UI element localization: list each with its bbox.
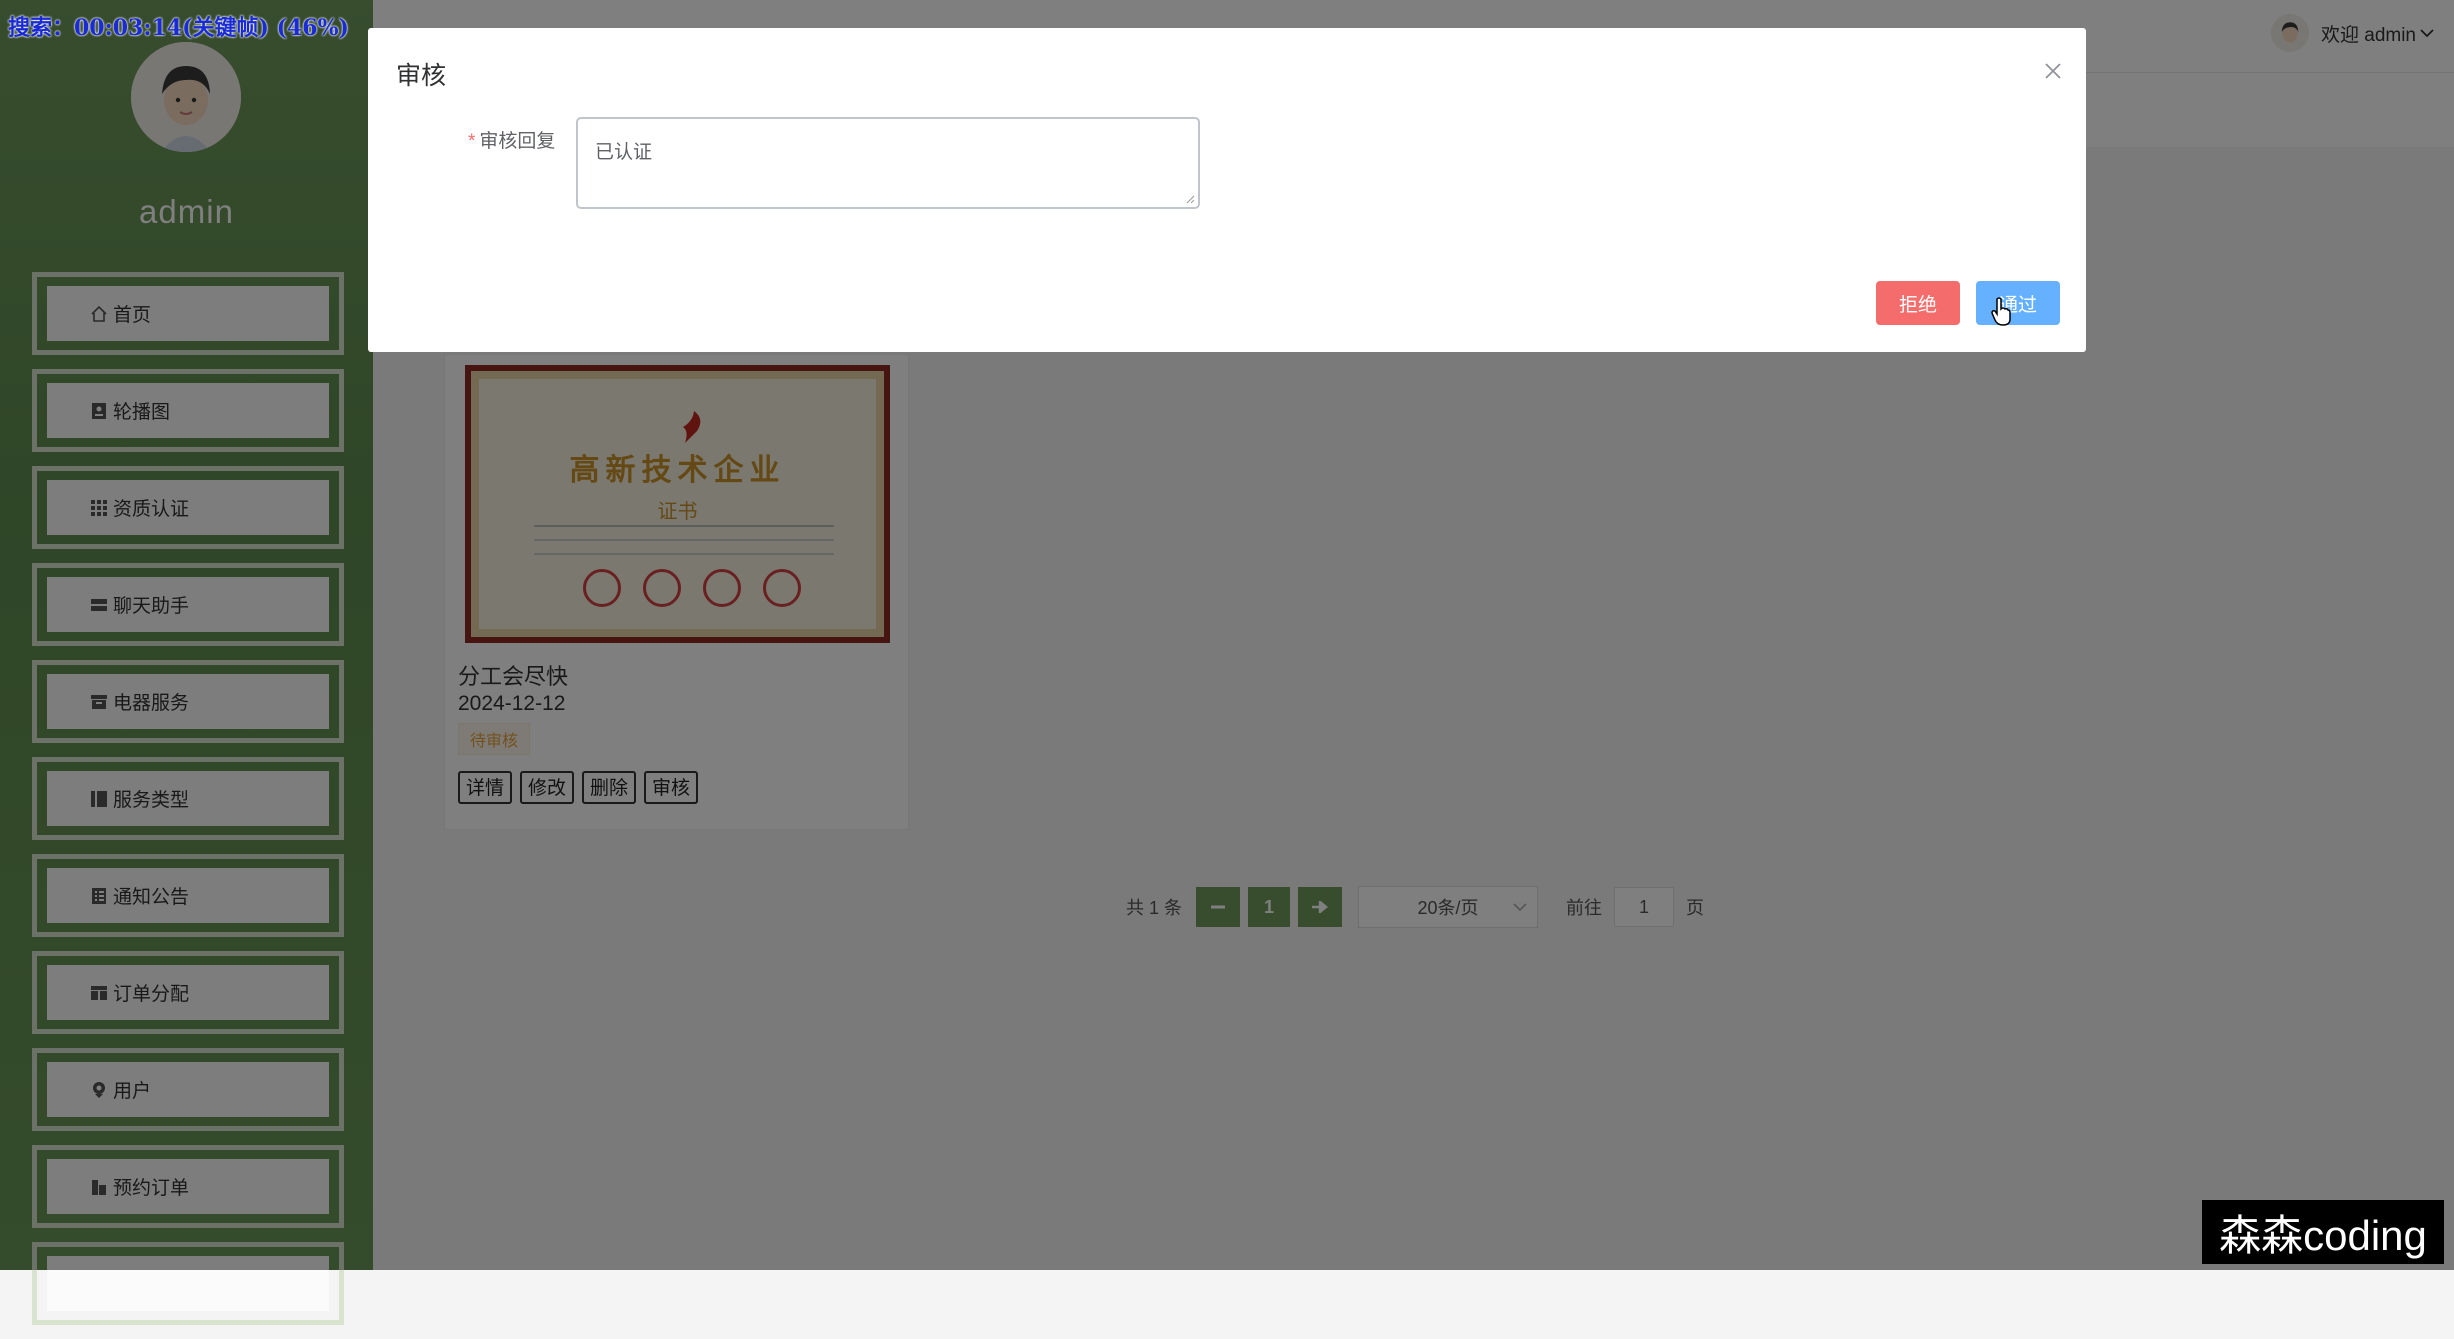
recording-status: 搜索：00:03:14(关键帧) (46%) xyxy=(8,15,349,41)
dialog-title: 审核 xyxy=(396,62,447,90)
resize-handle-icon[interactable] xyxy=(1185,194,1195,204)
pass-button[interactable]: 通过 xyxy=(1976,281,2060,325)
reject-button[interactable]: 拒绝 xyxy=(1876,281,1960,325)
review-reply-label-text: 审核回复 xyxy=(479,131,556,152)
review-reply-value: 已认证 xyxy=(595,142,653,163)
review-reply-label: * 审核回复 xyxy=(468,131,556,152)
hand-cursor-icon xyxy=(1991,297,2011,326)
review-dialog: 审核 * 审核回复 已认证 拒绝 通过 xyxy=(368,28,2086,352)
close-icon[interactable] xyxy=(2044,56,2062,87)
watermark: 森森coding xyxy=(2202,1200,2444,1264)
review-reply-textarea[interactable]: 已认证 xyxy=(576,117,1200,209)
